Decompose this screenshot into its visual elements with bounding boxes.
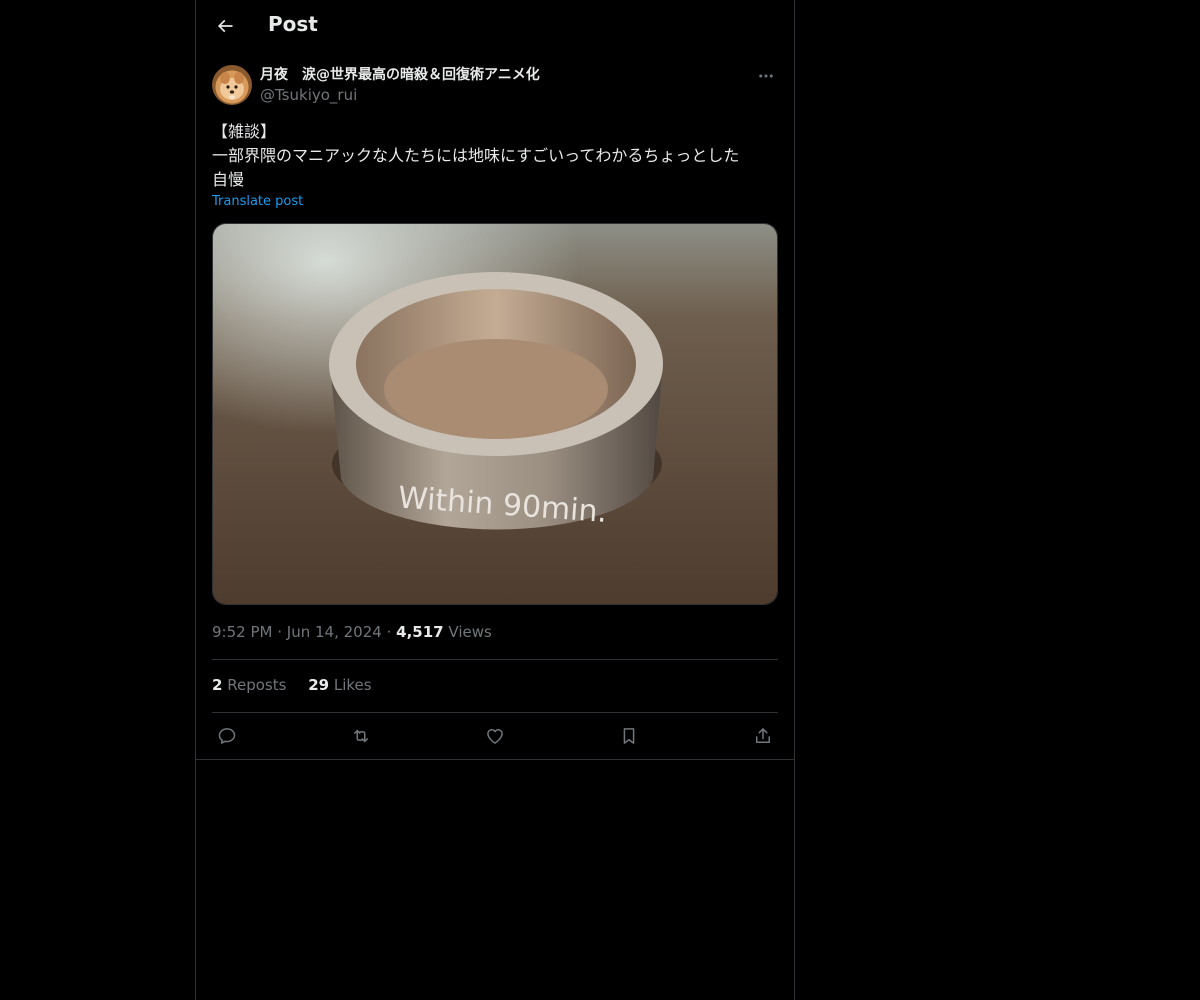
like-button[interactable] — [480, 724, 510, 748]
post-header: Post — [196, 0, 794, 53]
reply-button[interactable] — [212, 724, 242, 748]
bookmark-icon — [623, 728, 635, 744]
more-icon — [759, 74, 773, 78]
main-column: Post 月夜 涙@世界最高の暗殺＆回復術アニメ化 @Tsukiyo_rui 【… — [195, 0, 795, 1000]
bookmark-button[interactable] — [614, 724, 644, 748]
post-bottom-border — [196, 759, 794, 760]
post-text: 【雑談】 一部界隈のマニアックな人たちには地味にすごいってわかるちょっとした 自… — [212, 120, 778, 192]
back-button[interactable] — [208, 9, 242, 43]
page-title: Post — [268, 12, 318, 36]
action-bar — [212, 724, 778, 748]
views-count: 4,517 — [396, 623, 444, 641]
reposts-count: 2 — [212, 676, 223, 694]
share-button[interactable] — [748, 724, 778, 748]
post-time[interactable]: 9:52 PM — [212, 623, 272, 641]
author-display-name[interactable]: 月夜 涙@世界最高の暗殺＆回復術アニメ化 — [260, 65, 740, 85]
post-text-line: 一部界隈のマニアックな人たちには地味にすごいってわかるちょっとした — [212, 146, 740, 165]
post-date[interactable]: Jun 14, 2024 — [287, 623, 382, 641]
more-options-button[interactable] — [754, 66, 778, 86]
divider — [212, 659, 778, 660]
views-label: Views — [448, 623, 492, 641]
meta-separator: · — [386, 623, 392, 641]
post-image[interactable]: Within 90min. — [212, 223, 778, 605]
arrow-left-icon — [217, 19, 233, 33]
reposts-label: Reposts — [227, 676, 287, 694]
post-meta: 9:52 PM · Jun 14, 2024 · 4,517 Views — [212, 623, 492, 641]
reposts-stat[interactable]: 2 Reposts — [212, 676, 291, 694]
post-author: 月夜 涙@世界最高の暗殺＆回復術アニメ化 @Tsukiyo_rui — [260, 65, 740, 105]
likes-label: Likes — [333, 676, 372, 694]
likes-stat[interactable]: 29 Likes — [308, 676, 371, 694]
ring-photo: Within 90min. — [213, 224, 777, 604]
post-text-line: 自慢 — [212, 170, 245, 189]
avatar[interactable] — [212, 65, 252, 105]
repost-icon — [354, 729, 368, 743]
post-text-line: 【雑談】 — [212, 122, 277, 141]
author-handle[interactable]: @Tsukiyo_rui — [260, 85, 740, 105]
like-icon — [487, 729, 503, 744]
share-icon — [756, 728, 770, 743]
repost-button[interactable] — [346, 724, 376, 748]
translate-post-link[interactable]: Translate post — [212, 194, 303, 209]
divider — [212, 712, 778, 713]
meta-separator: · — [277, 623, 283, 641]
reply-icon — [218, 728, 236, 744]
likes-count: 29 — [308, 676, 330, 694]
post-stats: 2 Reposts 29 Likes — [212, 676, 389, 694]
